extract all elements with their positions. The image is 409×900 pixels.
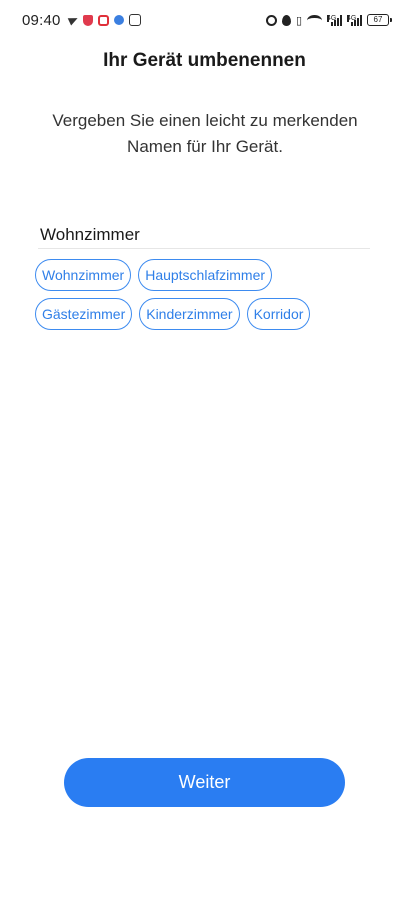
suggestion-chip-hauptschlafzimmer[interactable]: Hauptschlafzimmer <box>138 259 273 291</box>
network-type-label: 4G <box>327 14 337 22</box>
next-button[interactable]: Weiter <box>64 758 345 807</box>
wifi-icon <box>307 14 322 26</box>
page-title: Ihr Gerät umbenennen <box>103 50 306 71</box>
assistant-icon <box>128 14 141 26</box>
alarm-icon <box>265 14 277 26</box>
status-right: ▯ 4G 4G 67 <box>265 14 392 27</box>
signal-icon-2: 4G <box>347 14 362 26</box>
browser-icon <box>113 15 124 25</box>
signal-icon-1: 4G <box>327 14 342 26</box>
network-type-label: 4G <box>347 14 357 22</box>
status-bar: 09:40 ▯ 4G 4G 67 <box>0 0 409 40</box>
rename-device-screen: 09:40 ▯ 4G 4G 67 Ihr Gerät umbenennen Ve… <box>0 0 409 900</box>
location-icon <box>281 14 291 26</box>
shield-icon <box>82 14 93 26</box>
suggestion-chip-wohnzimmer[interactable]: Wohnzimmer <box>35 259 132 291</box>
vibrate-icon: ▯ <box>295 14 302 27</box>
suggestion-chip-gaestezimmer[interactable]: Gästezimmer <box>35 298 133 330</box>
app-notification-icon <box>97 14 109 26</box>
suggestion-chip-korridor[interactable]: Korridor <box>246 298 311 330</box>
status-left: 09:40 <box>22 12 141 29</box>
device-name-input[interactable] <box>38 221 370 249</box>
name-suggestions: Wohnzimmer Hauptschlafzimmer Gästezimmer… <box>35 259 375 330</box>
telegram-icon <box>67 14 79 26</box>
status-time: 09:40 <box>22 11 61 29</box>
battery-icon: 67 <box>367 14 392 26</box>
suggestion-chip-kinderzimmer[interactable]: Kinderzimmer <box>139 298 240 330</box>
page-subtitle: Vergeben Sie einen leicht zu merkenden N… <box>52 111 358 156</box>
